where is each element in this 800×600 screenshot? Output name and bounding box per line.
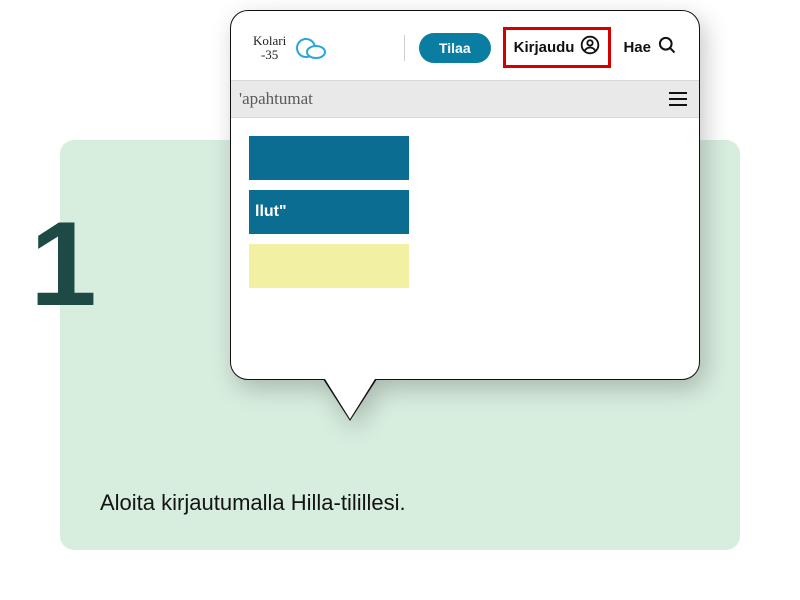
instruction-text: Aloita kirjautumalla Hilla-tilillesi. [100, 490, 406, 516]
login-button[interactable]: Kirjaudu [505, 29, 610, 66]
site-header: Kolari -35 Tilaa Kirjaudu [231, 11, 699, 80]
login-label: Kirjaudu [514, 39, 575, 56]
step-number: 1 [30, 195, 93, 333]
search-icon [657, 35, 677, 60]
content-preview: llut" [231, 118, 699, 316]
weather-icon [294, 34, 328, 62]
header-divider [404, 35, 405, 61]
weather-city: Kolari [253, 34, 286, 48]
content-block: llut" [249, 190, 409, 234]
screenshot-callout: Kolari -35 Tilaa Kirjaudu [230, 10, 700, 380]
hamburger-icon[interactable] [669, 92, 687, 106]
nav-bar: 'apahtumat [231, 80, 699, 118]
user-icon [580, 35, 600, 60]
weather-temperature: -35 [253, 48, 286, 62]
nav-item-fragment[interactable]: 'apahtumat [239, 89, 313, 109]
search-button[interactable]: Hae [623, 35, 677, 60]
content-block [249, 244, 409, 288]
search-label: Hae [623, 39, 651, 56]
weather-widget[interactable]: Kolari -35 [253, 34, 328, 62]
subscribe-button[interactable]: Tilaa [419, 33, 491, 63]
content-block [249, 136, 409, 180]
